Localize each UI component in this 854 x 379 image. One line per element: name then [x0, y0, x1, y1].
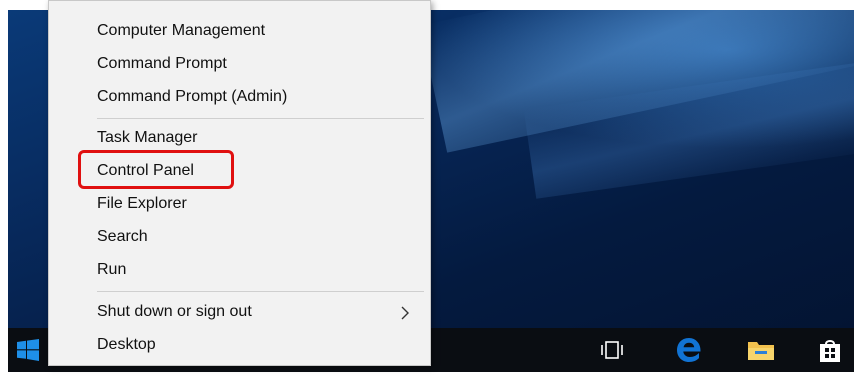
- menu-item-label: Search: [97, 228, 148, 245]
- menu-item-label: Computer Management: [97, 22, 266, 39]
- control-panel-highlight-box: [78, 150, 234, 189]
- menu-item-file-explorer[interactable]: File Explorer: [49, 189, 430, 219]
- menu-item-label: Command Prompt: [97, 55, 227, 72]
- menu-item-label: Command Prompt (Admin): [97, 88, 288, 105]
- start-button[interactable]: [8, 328, 48, 372]
- windows-logo-icon: [17, 339, 39, 361]
- store-icon: [820, 340, 840, 362]
- menu-item-desktop[interactable]: Desktop: [49, 330, 430, 360]
- menu-item-label: Desktop: [97, 336, 156, 353]
- menu-item-label: Run: [97, 261, 127, 278]
- menu-item-computer-management[interactable]: Computer Management: [49, 16, 430, 46]
- menu-item-label: File Explorer: [97, 195, 187, 212]
- menu-separator: [97, 291, 424, 292]
- menu-item-run[interactable]: Run: [49, 255, 430, 285]
- menu-item-search[interactable]: Search: [49, 222, 430, 252]
- edge-button[interactable]: [665, 328, 713, 372]
- task-view-icon: [601, 341, 623, 359]
- menu-item-task-manager[interactable]: Task Manager: [49, 123, 430, 153]
- store-button[interactable]: [806, 328, 854, 372]
- task-view-button[interactable]: [588, 328, 636, 372]
- chevron-right-icon: [401, 306, 409, 320]
- menu-item-label: Shut down or sign out: [97, 303, 252, 320]
- menu-item-command-prompt-admin[interactable]: Command Prompt (Admin): [49, 82, 430, 112]
- menu-item-command-prompt[interactable]: Command Prompt: [49, 49, 430, 79]
- file-explorer-button[interactable]: [737, 328, 785, 372]
- menu-separator: [97, 118, 424, 119]
- file-explorer-icon: [748, 342, 774, 360]
- edge-icon: [677, 338, 701, 362]
- menu-item-shut-down-or-sign-out[interactable]: Shut down or sign out: [49, 297, 430, 327]
- menu-item-label: Task Manager: [97, 129, 198, 146]
